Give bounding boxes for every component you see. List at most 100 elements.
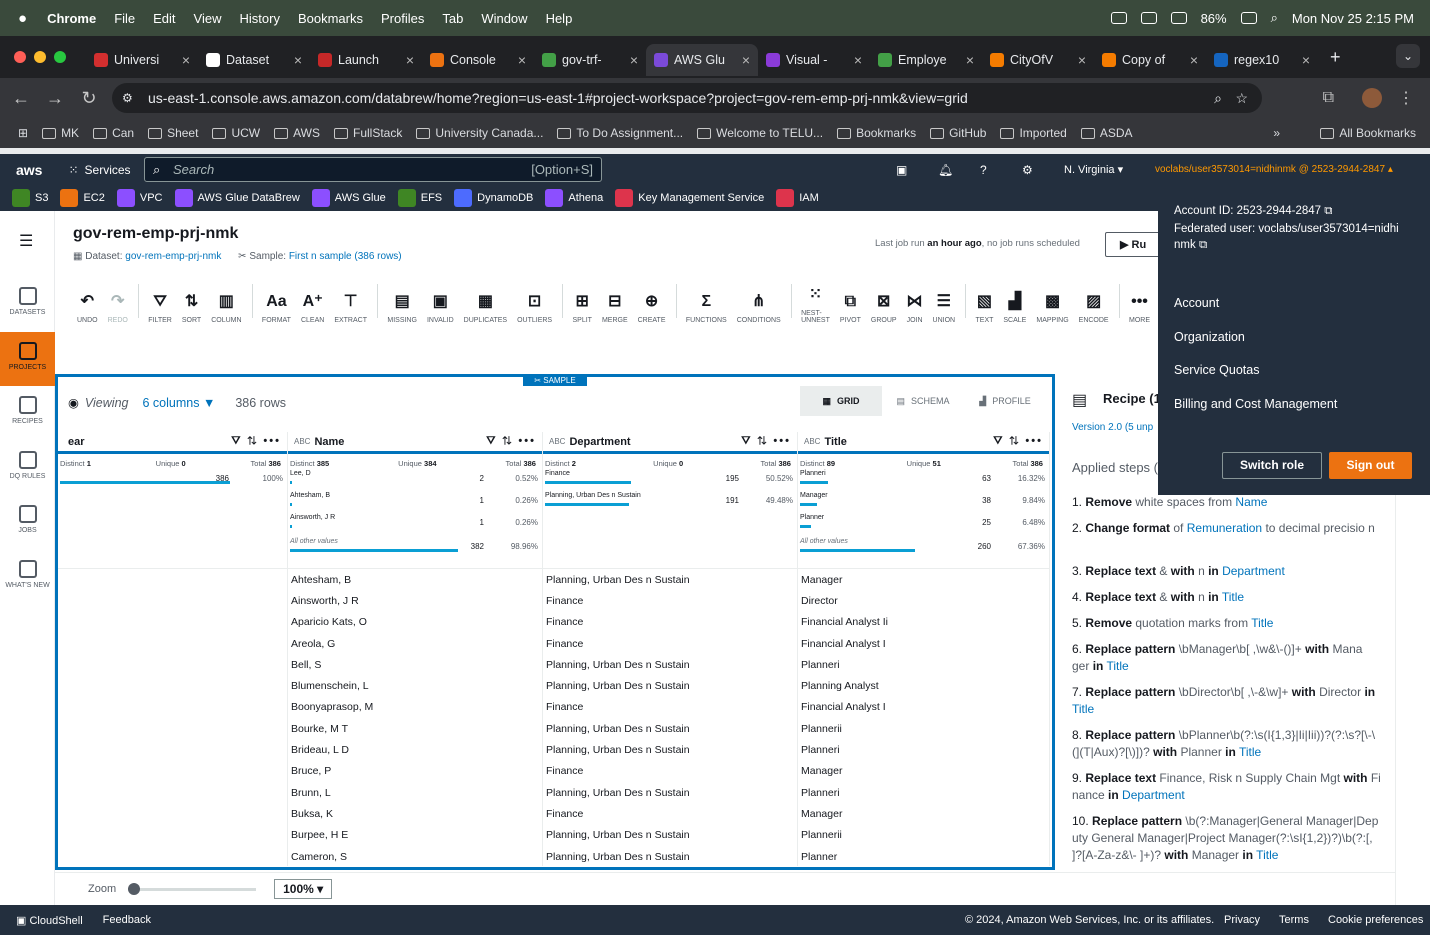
- value-distribution-row[interactable]: Ahtesham, B 1 0.26%: [290, 492, 538, 514]
- table-cell[interactable]: Areola, G: [288, 633, 542, 654]
- recipe-step[interactable]: 9. Replace text Finance, Risk n Supply C…: [1072, 770, 1382, 804]
- account-menu-item[interactable]: Organization: [1174, 330, 1245, 344]
- play-icon[interactable]: [1170, 12, 1187, 24]
- battery-icon[interactable]: [1240, 12, 1257, 24]
- favorite-service-link[interactable]: AWS Glue: [311, 189, 386, 207]
- table-cell[interactable]: Financial Analyst Ii: [798, 612, 1049, 633]
- copy-icon[interactable]: ⧉: [1199, 239, 1207, 251]
- table-cell[interactable]: Plannerii: [798, 718, 1049, 739]
- account-menu-item[interactable]: Billing and Cost Management: [1174, 397, 1337, 411]
- maximize-window-button[interactable]: [54, 51, 66, 63]
- toolbar-invalid-button[interactable]: ▣ INVALID: [427, 280, 454, 324]
- table-cell[interactable]: Finance: [543, 761, 797, 782]
- bookmark-item[interactable]: Sheet: [148, 126, 198, 140]
- table-cell[interactable]: Finance: [543, 803, 797, 824]
- apple-icon[interactable]: ●: [18, 10, 27, 27]
- account-menu-trigger[interactable]: voclabs/user3573014=nidhinmk @ 2523-2944…: [1155, 164, 1393, 175]
- favorite-service-link[interactable]: EC2: [60, 189, 105, 207]
- table-cell[interactable]: Buksa, K: [288, 803, 542, 824]
- favorite-service-link[interactable]: DynamoDB: [454, 189, 533, 207]
- toolbar-clean-button[interactable]: A⁺ CLEAN: [301, 280, 324, 324]
- region-selector[interactable]: N. Virginia ▾: [1064, 163, 1123, 176]
- minimize-window-button[interactable]: [34, 51, 46, 63]
- zoom-icon[interactable]: ⌕: [1214, 90, 1222, 107]
- cloudshell-link[interactable]: ▣ CloudShell: [16, 914, 83, 927]
- toolbar-undo-button[interactable]: ↶ UNDO: [77, 280, 98, 324]
- value-distribution-row[interactable]: Finance 195 50.52%: [545, 470, 793, 492]
- table-cell[interactable]: Cameron, S: [288, 846, 542, 867]
- recipe-step[interactable]: 3. Replace text & with n in Department: [1072, 563, 1382, 580]
- table-cell[interactable]: Ainsworth, J R: [288, 590, 542, 611]
- table-cell[interactable]: Manager: [798, 569, 1049, 590]
- macos-menu-tab[interactable]: Tab: [442, 11, 463, 26]
- column-actions-icon[interactable]: ⛛ ⇅ •••: [231, 435, 281, 448]
- value-distribution-row[interactable]: Planning, Urban Des n Sustain 191 49.48%: [545, 492, 793, 514]
- recipe-step[interactable]: 1. Remove white spaces from Name: [1072, 494, 1382, 511]
- back-button[interactable]: ←: [4, 88, 38, 109]
- table-cell[interactable]: Burpee, H E: [288, 825, 542, 846]
- toolbar-encode-button[interactable]: ▨ ENCODE: [1079, 280, 1109, 324]
- apps-icon[interactable]: ⊞: [18, 126, 28, 140]
- macos-menu-help[interactable]: Help: [546, 11, 573, 26]
- column-header[interactable]: ABC Name ⛛ ⇅ •••: [288, 432, 542, 454]
- column-actions-icon[interactable]: ⛛ ⇅ •••: [741, 435, 791, 448]
- switch-role-button[interactable]: Switch role: [1222, 452, 1322, 479]
- account-menu-item[interactable]: Service Quotas: [1174, 363, 1259, 377]
- sidebar-item-what-s-new[interactable]: WHAT'S NEW: [0, 550, 55, 604]
- table-cell[interactable]: Planning, Urban Des n Sustain: [543, 739, 797, 760]
- table-cell[interactable]: Financial Analyst I: [798, 697, 1049, 718]
- recipe-step[interactable]: 10. Replace pattern \b(?:Manager|General…: [1072, 813, 1382, 864]
- avatar[interactable]: [1362, 88, 1382, 108]
- table-cell[interactable]: [58, 803, 287, 824]
- value-distribution-row[interactable]: Manager 38 9.84%: [800, 492, 1045, 514]
- cookie-preferences-link[interactable]: Cookie preferences: [1328, 914, 1423, 926]
- table-cell[interactable]: Planneri: [798, 782, 1049, 803]
- battery-percent[interactable]: 86%: [1201, 11, 1227, 26]
- toolbar-extract-button[interactable]: ⊤ EXTRACT: [334, 280, 367, 324]
- account-menu-item[interactable]: Account: [1174, 296, 1219, 310]
- feedback-link[interactable]: Feedback: [103, 914, 151, 926]
- table-cell[interactable]: [58, 718, 287, 739]
- sidebar-item-datasets[interactable]: DATASETS: [0, 277, 55, 331]
- sidebar-item-projects[interactable]: PROJECTS: [0, 331, 55, 386]
- aws-logo[interactable]: aws: [16, 162, 42, 178]
- view-tab-schema[interactable]: ▤ SCHEMA: [882, 386, 964, 416]
- favorite-service-link[interactable]: Key Management Service: [615, 189, 764, 207]
- toolbar-functions-button[interactable]: Σ FUNCTIONS: [686, 280, 727, 324]
- table-cell[interactable]: [58, 675, 287, 696]
- table-cell[interactable]: Planning, Urban Des n Sustain: [543, 654, 797, 675]
- table-cell[interactable]: Blumenschein, L: [288, 675, 542, 696]
- sign-out-button[interactable]: Sign out: [1329, 452, 1412, 479]
- tab-search-button[interactable]: ⌄: [1396, 44, 1420, 68]
- value-distribution-row[interactable]: Planneri 63 16.32%: [800, 470, 1045, 492]
- table-cell[interactable]: Planning, Urban Des n Sustain: [543, 825, 797, 846]
- value-distribution-row[interactable]: Ainsworth, J R 1 0.26%: [290, 514, 538, 536]
- recipe-step[interactable]: 6. Replace pattern \bManager\b[ ,\w&\-()…: [1072, 641, 1382, 675]
- browser-tab[interactable]: Copy of ×: [1094, 44, 1206, 76]
- column-actions-icon[interactable]: ⛛ ⇅ •••: [993, 435, 1043, 448]
- search-icon[interactable]: ⌕: [1271, 10, 1278, 26]
- column-actions-icon[interactable]: ⛛ ⇅ •••: [486, 435, 536, 448]
- columns-selector[interactable]: 6 columns ▼: [142, 396, 215, 410]
- table-cell[interactable]: Aparicio Kats, O: [288, 612, 542, 633]
- browser-tab[interactable]: CityOfV ×: [982, 44, 1094, 76]
- toolbar-split-button[interactable]: ⊞ SPLIT: [573, 280, 592, 324]
- bookmark-item[interactable]: MK: [42, 126, 79, 140]
- toolbar-sort-button[interactable]: ⇅ SORT: [182, 280, 201, 324]
- toolbar-outliers-button[interactable]: ⊡ OUTLIERS: [517, 280, 552, 324]
- toolbar-conditions-button[interactable]: ⋔ CONDITIONS: [737, 280, 781, 324]
- close-tab-icon[interactable]: ×: [742, 52, 750, 68]
- close-tab-icon[interactable]: ×: [966, 52, 974, 68]
- table-cell[interactable]: Planner: [798, 846, 1049, 867]
- toolbar-mapping-button[interactable]: ▩ MAPPING: [1036, 280, 1068, 324]
- zoom-slider-handle[interactable]: [128, 882, 141, 895]
- value-distribution-row[interactable]: All other values 260 67.36%: [800, 538, 1045, 560]
- toolbar-group-button[interactable]: ⊠ GROUP: [871, 280, 897, 324]
- macos-menu-profiles[interactable]: Profiles: [381, 11, 424, 26]
- dataset-link[interactable]: gov-rem-emp-prj-nmk: [125, 251, 221, 262]
- recipe-step[interactable]: 8. Replace pattern \bPlanner\b(?:\s(I{1,…: [1072, 727, 1382, 761]
- table-cell[interactable]: Brideau, L D: [288, 739, 542, 760]
- table-cell[interactable]: Planning, Urban Des n Sustain: [543, 718, 797, 739]
- table-cell[interactable]: Bell, S: [288, 654, 542, 675]
- toolbar-redo-button[interactable]: ↷ REDO: [108, 280, 128, 324]
